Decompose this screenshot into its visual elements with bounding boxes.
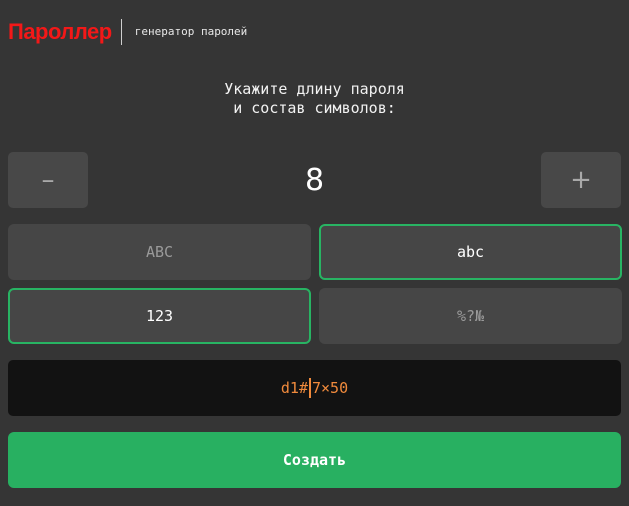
instruction-line-2: и состав символов:	[233, 99, 396, 117]
uppercase-toggle[interactable]: ABC	[8, 224, 311, 280]
generated-password-field[interactable]: d1# 7×50	[8, 360, 621, 416]
instruction-text: Укажите длину пароля и состав символов:	[0, 80, 629, 118]
lowercase-toggle[interactable]: abc	[319, 224, 622, 280]
app-header: Пароллер генератор паролей	[8, 18, 247, 46]
increase-length-button[interactable]: +	[541, 152, 621, 208]
password-text-before-cursor: d1#	[280, 379, 308, 397]
header-divider	[120, 19, 122, 45]
password-length-value: 8	[304, 162, 325, 198]
app-tagline: генератор паролей	[134, 25, 248, 38]
create-button[interactable]: Создать	[8, 432, 621, 488]
app-logo[interactable]: Пароллер	[8, 18, 112, 46]
digits-toggle[interactable]: 123	[8, 288, 311, 344]
special-chars-toggle[interactable]: %?№	[319, 288, 622, 344]
password-text-after-cursor: 7×50	[311, 379, 349, 397]
text-cursor	[308, 378, 311, 398]
decrease-length-button[interactable]: –	[8, 152, 88, 208]
instruction-line-1: Укажите длину пароля	[224, 80, 405, 98]
